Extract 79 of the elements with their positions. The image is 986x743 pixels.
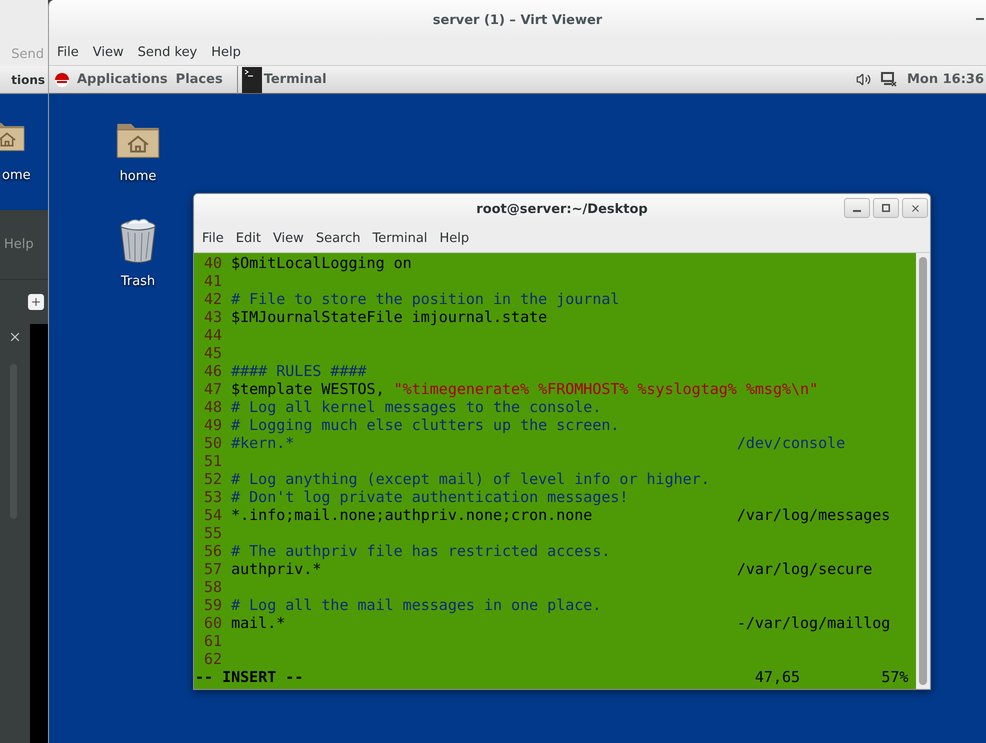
log-path: /var/log/messages <box>736 506 890 524</box>
cursor-position: 47,65 <box>754 668 800 686</box>
line-number: 56 <box>203 542 222 560</box>
menu-item[interactable]: Help <box>4 237 34 252</box>
line-number: 62 <box>203 650 222 668</box>
code-code: $OmitLocalLogging on <box>231 254 412 272</box>
line-number: 60 <box>203 614 222 632</box>
code-code: $IMJournalStateFile imjournal.state <box>231 308 548 326</box>
places-menu[interactable]: Places <box>176 72 223 87</box>
line-number: 41 <box>203 272 222 290</box>
maximize-button[interactable] <box>873 198 899 218</box>
close-icon[interactable] <box>8 330 22 344</box>
line-number: 50 <box>203 434 222 452</box>
line-number: 61 <box>203 632 222 650</box>
menu-item[interactable]: Help <box>434 228 474 248</box>
minimize-button[interactable] <box>844 198 870 218</box>
menu-item[interactable]: File <box>52 43 84 62</box>
menu-item[interactable]: Search <box>310 228 366 248</box>
minimize-icon[interactable] <box>976 18 984 21</box>
menu-item[interactable]: Terminal <box>367 228 432 248</box>
applications-menu[interactable]: Applications <box>77 72 168 87</box>
trash-icon <box>118 218 158 264</box>
code-comment: #kern.* <box>231 434 294 452</box>
code-comment: # File to store the position in the journal <box>231 290 620 308</box>
code-comment: # Log all the mail messages in one place. <box>231 596 602 614</box>
code-code: $template WESTOS, <box>231 380 386 398</box>
desktop-icon-label[interactable]: Trash <box>120 274 156 289</box>
log-path: /var/log/secure <box>736 560 872 578</box>
desktop-icon-label[interactable]: home <box>120 169 156 184</box>
volume-icon[interactable] <box>856 72 871 87</box>
window-title: server (1) – Virt Viewer <box>432 12 602 28</box>
line-number: 45 <box>203 344 222 362</box>
log-path: /dev/console <box>736 434 846 452</box>
code-comment: # Don't log private authentication messages! <box>231 488 628 506</box>
code-string: "%timegenerate% %FROMHOST% %syslogtag% %msg%\n" <box>394 380 818 398</box>
window-title: root@server:~/Desktop <box>476 202 648 216</box>
code-code: authpriv.* <box>231 560 322 578</box>
clock[interactable]: Mon 16:36 <box>906 72 984 87</box>
code-comment: # Log anything (except mail) of level info or higher. <box>231 470 710 488</box>
menu-item[interactable]: Edit <box>230 228 266 248</box>
network-offline-icon[interactable] <box>880 72 897 87</box>
taskbar-item[interactable]: Terminal <box>236 66 327 94</box>
line-number: 43 <box>203 308 222 326</box>
scrollbar-thumb[interactable] <box>919 257 927 685</box>
menu-item[interactable]: Help <box>206 43 246 62</box>
maximize-icon <box>882 204 890 212</box>
line-number: 57 <box>203 560 222 578</box>
line-number: 52 <box>203 470 222 488</box>
desktop-icon-label: ome <box>2 168 31 184</box>
line-number: 40 <box>203 254 222 272</box>
code-comment: # Log all kernel messages to the console. <box>231 398 602 416</box>
log-path: -/var/log/maillog <box>736 614 890 632</box>
line-number: 53 <box>203 488 222 506</box>
menu-item[interactable]: View <box>88 43 129 62</box>
code-comment: #### RULES #### <box>231 362 367 380</box>
new-tab-icon[interactable] <box>28 294 44 310</box>
line-number: 54 <box>203 506 222 524</box>
line-number: 59 <box>203 596 222 614</box>
menu-item[interactable]: Send key <box>132 43 202 62</box>
code-code: mail.* <box>231 614 286 632</box>
line-number: 47 <box>203 380 222 398</box>
menu-item[interactable]: View <box>268 228 309 248</box>
line-number: 46 <box>203 362 222 380</box>
line-number: 44 <box>203 326 222 344</box>
menu-item[interactable]: File <box>197 228 229 248</box>
code-comment: # Logging much else clutters up the screen. <box>231 416 620 434</box>
line-number: 51 <box>203 452 222 470</box>
code-code: *.info;mail.none;authpriv.none;cron.none <box>231 506 592 524</box>
close-icon <box>910 202 920 214</box>
line-number: 49 <box>203 416 222 434</box>
line-number: 55 <box>203 524 222 542</box>
code-comment: # The authpriv file has restricted access. <box>231 542 610 560</box>
line-number: 58 <box>203 578 222 596</box>
line-number: 48 <box>203 398 222 416</box>
close-button[interactable] <box>902 198 928 218</box>
terminal-icon <box>242 66 262 92</box>
line-number: 42 <box>203 290 222 308</box>
scroll-percent: 57% <box>881 668 908 686</box>
mode-indicator: -- INSERT -- <box>195 668 304 686</box>
